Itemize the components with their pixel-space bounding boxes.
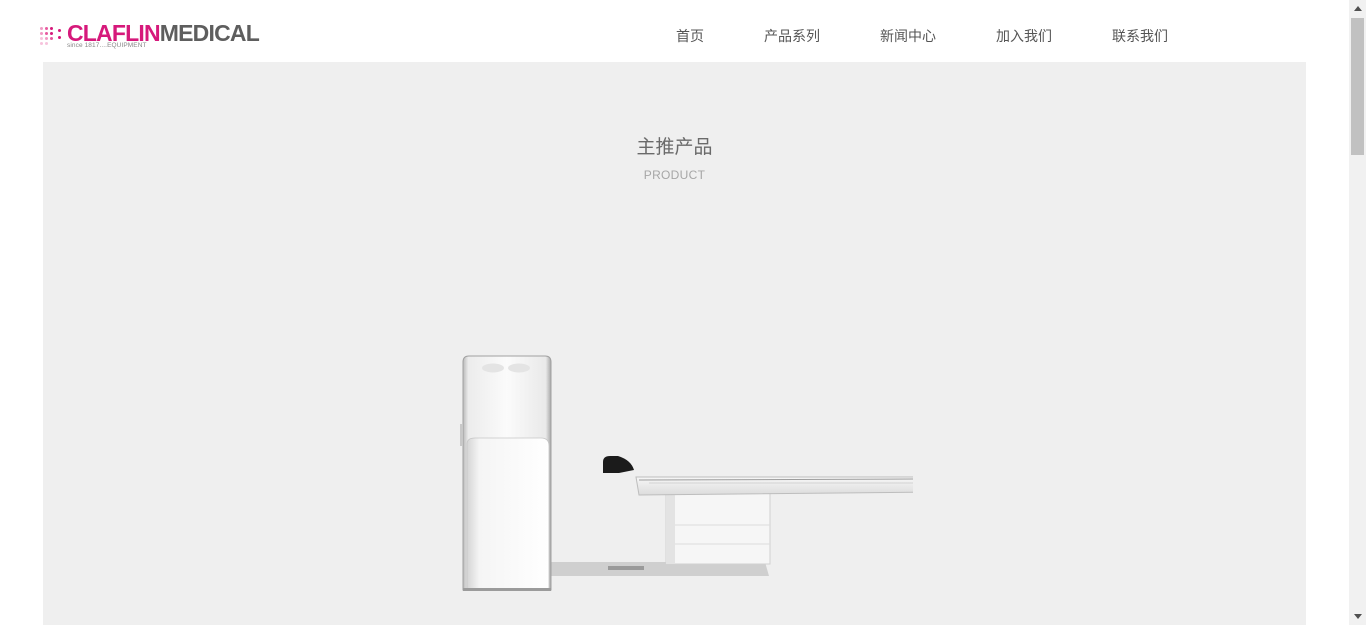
nav-item-contact-us[interactable]: 联系我们 [1112, 26, 1168, 46]
scroll-down-arrow-icon[interactable] [1349, 608, 1366, 625]
nav-item-news[interactable]: 新闻中心 [880, 26, 936, 46]
logo-dots-icon [40, 24, 64, 46]
logo-tagline: since 1817....EQUIPMENT [67, 42, 147, 49]
ct-scanner-image[interactable] [453, 352, 913, 597]
nav-item-home[interactable]: 首页 [676, 26, 704, 46]
scrollbar-thumb[interactable] [1351, 18, 1364, 155]
nav-item-products[interactable]: 产品系列 [764, 26, 820, 46]
site-header: CLAFLINMEDICAL since 1817....EQUIPMENT 首… [0, 0, 1349, 62]
page-scrollbar[interactable] [1349, 0, 1366, 625]
page: CLAFLINMEDICAL since 1817....EQUIPMENT 首… [0, 0, 1366, 625]
logo-brand-secondary: MEDICAL [159, 20, 260, 46]
section-title: 主推产品 [636, 136, 713, 158]
featured-products-section: 主推产品 PRODUCT [43, 62, 1306, 625]
section-subtitle: PRODUCT [643, 168, 706, 182]
nav-item-join-us[interactable]: 加入我们 [996, 26, 1052, 46]
scroll-up-arrow-icon[interactable] [1349, 0, 1366, 17]
brand-logo[interactable]: CLAFLINMEDICAL since 1817....EQUIPMENT [40, 20, 260, 54]
